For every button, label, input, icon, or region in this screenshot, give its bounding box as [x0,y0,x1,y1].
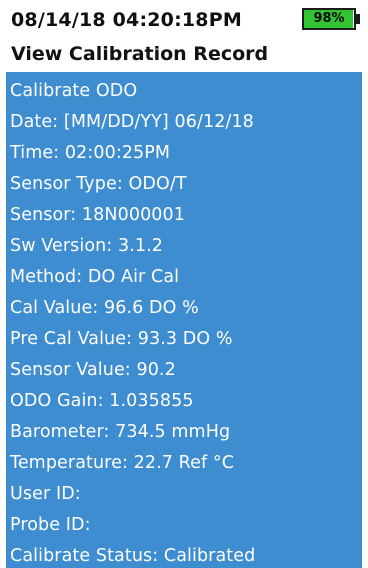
status-bar: 08/14/18 04:20:18PM 98% [0,0,368,40]
record-line-sw-version: Sw Version: 3.1.2 [10,236,164,256]
record-line-temperature: Temperature: 22.7 Ref °C [10,453,235,473]
record-line-pre-cal-value: Pre Cal Value: 93.3 DO % [10,329,233,349]
calibration-record-panel[interactable]: Calibrate ODO Date: [MM/DD/YY] 06/12/18 … [6,72,362,568]
record-line-date: Date: [MM/DD/YY] 06/12/18 [10,112,254,132]
date-time-display: 08/14/18 04:20:18PM [11,9,242,31]
record-line-method: Method: DO Air Cal [10,267,180,287]
page-title: View Calibration Record [11,43,269,65]
record-line-sensor-value: Sensor Value: 90.2 [10,360,176,380]
record-line-probe-id: Probe ID: [10,515,91,535]
battery-icon: 98% [302,8,356,30]
battery-terminal-icon [356,14,360,24]
record-line-sensor: Sensor: 18N000001 [10,205,185,225]
record-line-barometer: Barometer: 734.5 mmHg [10,422,231,442]
record-line-odo-gain: ODO Gain: 1.035855 [10,391,194,411]
record-line-sensor-type: Sensor Type: ODO/T [10,174,187,194]
record-line-title: Calibrate ODO [10,81,138,101]
record-line-calibrate-status: Calibrate Status: Calibrated [10,546,256,566]
record-line-time: Time: 02:00:25PM [10,143,171,163]
record-line-user-id: User ID: [10,484,81,504]
record-line-cal-value: Cal Value: 96.6 DO % [10,298,199,318]
battery-percent-label: 98% [313,11,345,26]
